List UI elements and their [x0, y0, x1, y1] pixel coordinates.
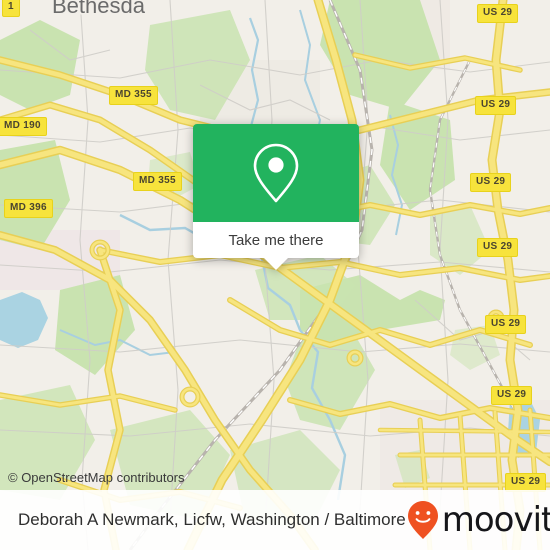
route-shield-label: 1 — [8, 1, 14, 12]
route-shield-label: US 29 — [491, 318, 521, 329]
route-shield-label: US 29 — [511, 476, 541, 487]
route-shield: MD 190 — [0, 117, 47, 136]
map-vector-layer — [0, 0, 550, 550]
route-shield: US 29 — [475, 96, 517, 115]
route-shield: MD 396 — [4, 199, 53, 218]
route-shield-label: MD 396 — [10, 202, 47, 213]
place-label-bethesda: Bethesda — [52, 0, 145, 18]
route-shield-label: US 29 — [476, 176, 506, 187]
location-title: Deborah A Newmark, Licfw, Washington / B… — [18, 510, 406, 529]
take-me-there-label: Take me there — [228, 231, 324, 249]
map-pin-icon — [253, 143, 299, 203]
route-shield: US 29 — [477, 4, 519, 23]
footer-bar: Deborah A Newmark, Licfw, Washington / B… — [0, 490, 550, 550]
location-popup-card[interactable]: Take me there — [193, 124, 359, 270]
route-shield: US 29 — [485, 315, 527, 334]
route-shield: US 29 — [491, 386, 533, 405]
route-shield: US 29 — [470, 173, 512, 192]
route-shield-label: MD 355 — [139, 175, 176, 186]
route-shield-label: US 29 — [481, 99, 511, 110]
route-shield-label: MD 190 — [4, 120, 41, 131]
osm-attribution[interactable]: © OpenStreetMap contributors — [8, 470, 185, 485]
route-shield-label: US 29 — [483, 241, 513, 252]
popup-tail-pointer — [263, 257, 289, 270]
moovit-wordmark: moovit — [441, 500, 550, 540]
route-shield: 1 — [2, 0, 20, 17]
map-screenshot: Bethesda 1 MD 355 MD 190 MD 355 MD 396 U… — [0, 0, 550, 550]
route-shield: MD 355 — [133, 172, 182, 191]
moovit-logo[interactable]: moovit — [406, 500, 550, 540]
route-shield: MD 355 — [109, 86, 158, 105]
moovit-smiley-pin-icon — [407, 501, 438, 539]
popup-action-bar[interactable]: Take me there — [193, 222, 359, 270]
map-canvas[interactable]: Bethesda 1 MD 355 MD 190 MD 355 MD 396 U… — [0, 0, 550, 550]
route-shield-label: MD 355 — [115, 89, 152, 100]
route-shield-label: US 29 — [497, 389, 527, 400]
route-shield-label: US 29 — [483, 7, 513, 18]
route-shield: US 29 — [477, 238, 519, 257]
popup-pin-panel — [193, 124, 359, 222]
